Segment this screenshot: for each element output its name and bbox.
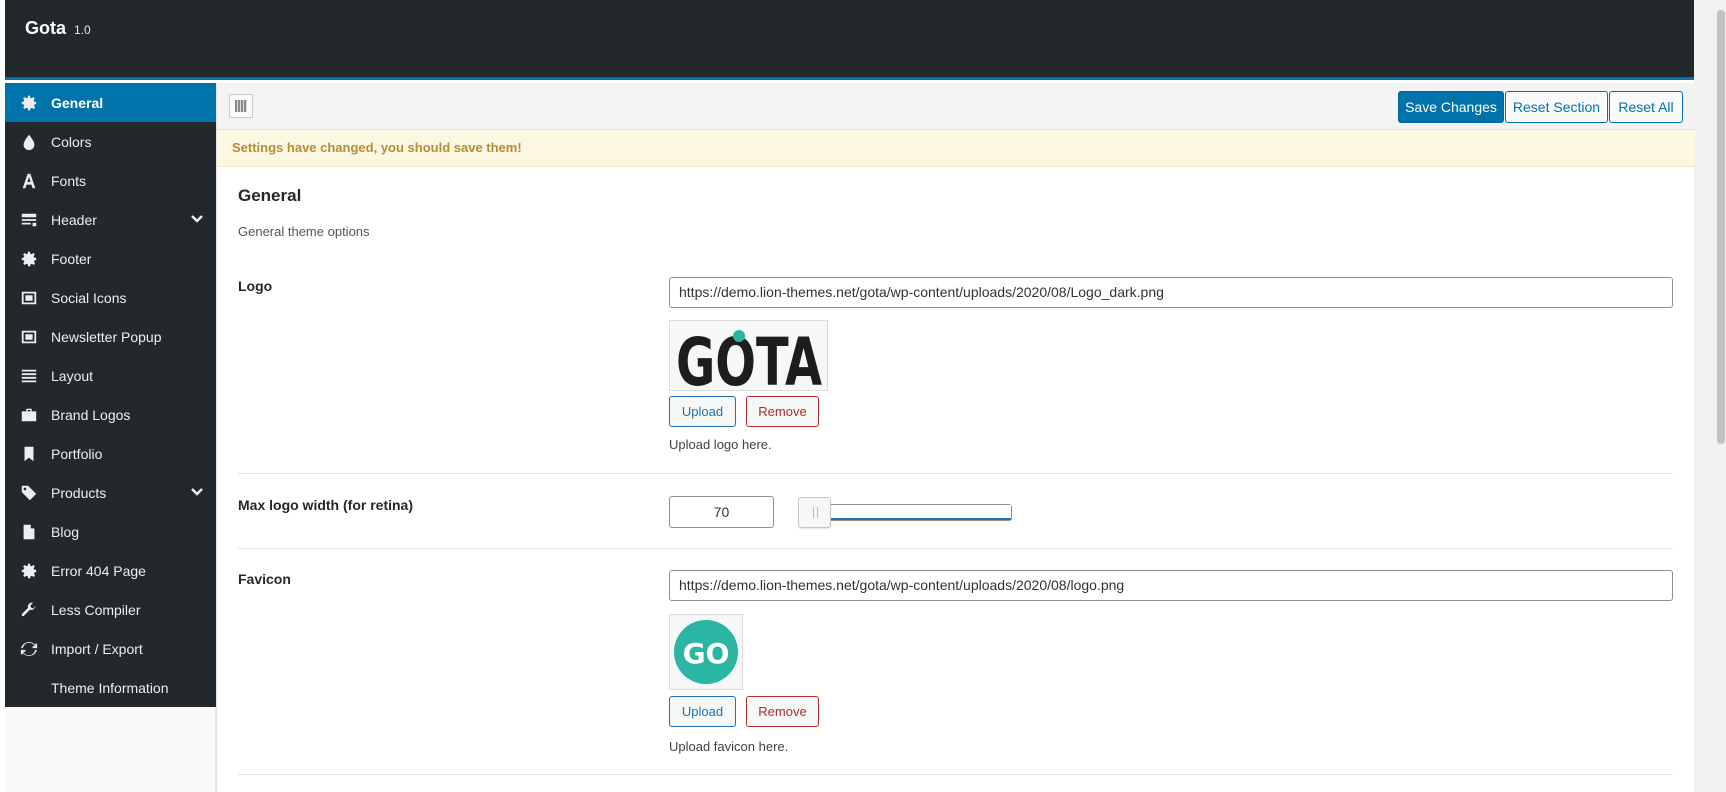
logo-remove-button[interactable]: Remove — [746, 396, 819, 427]
sidebar-item-label: Products — [51, 484, 107, 501]
logo-upload-button[interactable]: Upload — [669, 396, 736, 427]
drop-icon — [19, 132, 39, 152]
gear-icon — [19, 93, 39, 113]
sidebar-item-label: Brand Logos — [51, 406, 131, 423]
sidebar-item-label: Header — [51, 211, 97, 228]
wrench-icon — [19, 600, 39, 620]
max-logo-width-label: Max logo width (for retina) — [238, 497, 413, 513]
save-changes-button[interactable]: Save Changes — [1398, 91, 1504, 123]
logo-label: Logo — [238, 278, 273, 294]
sidebar-item-label: Colors — [51, 133, 92, 150]
logo-help-text: Upload logo here. — [669, 437, 772, 452]
favicon-remove-button[interactable]: Remove — [746, 696, 819, 727]
refresh-icon — [19, 639, 39, 659]
section-title: General — [238, 186, 302, 205]
top-bar: Gota 1.0 — [5, 0, 1694, 80]
sidebar-item-fonts[interactable]: Fonts — [5, 161, 216, 200]
gear-icon — [19, 561, 39, 581]
screen-icon — [19, 288, 39, 308]
sidebar-item-label: Theme Information — [51, 679, 169, 696]
sidebar-item-label: Portfolio — [51, 445, 103, 462]
sidebar-item-label: Newsletter Popup — [51, 328, 162, 345]
gear-icon — [19, 249, 39, 269]
favicon-label: Favicon — [238, 571, 291, 587]
favicon-preview-text: GO — [683, 637, 730, 670]
reset-all-button[interactable]: Reset All — [1609, 91, 1683, 123]
sidebar-item-header[interactable]: Header — [5, 200, 216, 239]
expand-options-button[interactable] — [229, 94, 253, 118]
logo-url-input[interactable]: https://demo.lion-themes.net/gota/wp-con… — [669, 277, 1673, 308]
sidebar-item-label: Error 404 Page — [51, 562, 146, 579]
logo-preview-text: GOTA — [676, 324, 822, 389]
sidebar-item-blog[interactable]: Blog — [5, 512, 216, 551]
sidebar-item-less-compiler[interactable]: Less Compiler — [5, 590, 216, 629]
sidebar: General Colors Fonts Header Footer Socia… — [5, 83, 216, 707]
divider — [238, 548, 1673, 549]
main-panel: Save Changes Reset Section Reset All Set… — [216, 83, 1695, 792]
sidebar-item-general[interactable]: General — [5, 83, 216, 122]
go-favicon-image: GO — [674, 620, 738, 684]
favicon-preview: GO — [669, 614, 743, 690]
sidebar-item-layout[interactable]: Layout — [5, 356, 216, 395]
scrollbar-thumb[interactable] — [1717, 10, 1725, 444]
chevron-down-icon[interactable] — [190, 485, 204, 499]
section-description: General theme options — [238, 224, 370, 239]
sidebar-item-label: Social Icons — [51, 289, 127, 306]
sidebar-item-label: Blog — [51, 523, 80, 540]
sidebar-item-social-icons[interactable]: Social Icons — [5, 278, 216, 317]
tags-icon — [19, 483, 39, 503]
divider — [238, 774, 1673, 775]
sidebar-item-import-export[interactable]: Import / Export — [5, 629, 216, 668]
sidebar-item-newsletter-popup[interactable]: Newsletter Popup — [5, 317, 216, 356]
header-icon — [19, 210, 39, 230]
sidebar-item-label: Footer — [51, 250, 92, 267]
logo-preview: GOTA — [669, 320, 828, 391]
favicon-upload-button[interactable]: Upload — [669, 696, 736, 727]
font-icon — [19, 171, 39, 191]
sidebar-item-theme-information[interactable]: Theme Information — [5, 668, 216, 707]
favicon-url-input[interactable]: https://demo.lion-themes.net/gota/wp-con… — [669, 570, 1673, 601]
toolbar: Save Changes Reset Section Reset All — [217, 83, 1695, 130]
favicon-help-text: Upload favicon here. — [669, 739, 789, 754]
sidebar-item-products[interactable]: Products — [5, 473, 216, 512]
document-icon — [19, 522, 39, 542]
bookmark-icon — [19, 444, 39, 464]
brand: Gota 1.0 — [25, 18, 91, 39]
sidebar-item-label: Import / Export — [51, 640, 143, 657]
chevron-down-icon[interactable] — [190, 212, 204, 226]
sidebar-item-label: General — [51, 94, 104, 111]
app-version: 1.0 — [74, 23, 91, 37]
app-name: Gota — [25, 18, 67, 38]
sidebar-item-footer[interactable]: Footer — [5, 239, 216, 278]
sidebar-item-label: Fonts — [51, 172, 87, 189]
sidebar-item-portfolio[interactable]: Portfolio — [5, 434, 216, 473]
sidebar-footer-area — [5, 707, 216, 792]
gota-logo-image: GOTA — [676, 324, 822, 389]
sidebar-item-label: Less Compiler — [51, 601, 141, 618]
sidebar-item-label: Layout — [51, 367, 94, 384]
sidebar-item-error-404-page[interactable]: Error 404 Page — [5, 551, 216, 590]
reset-section-button[interactable]: Reset Section — [1505, 91, 1608, 123]
briefcase-icon — [19, 405, 39, 425]
list-icon — [19, 366, 39, 386]
divider — [238, 473, 1673, 474]
screen-icon — [19, 327, 39, 347]
sidebar-item-brand-logos[interactable]: Brand Logos — [5, 395, 216, 434]
slider-handle[interactable] — [798, 497, 831, 528]
max-logo-width-input[interactable]: 70 — [669, 496, 774, 528]
sidebar-item-colors[interactable]: Colors — [5, 122, 216, 161]
save-notice: Settings have changed, you should save t… — [217, 130, 1695, 167]
